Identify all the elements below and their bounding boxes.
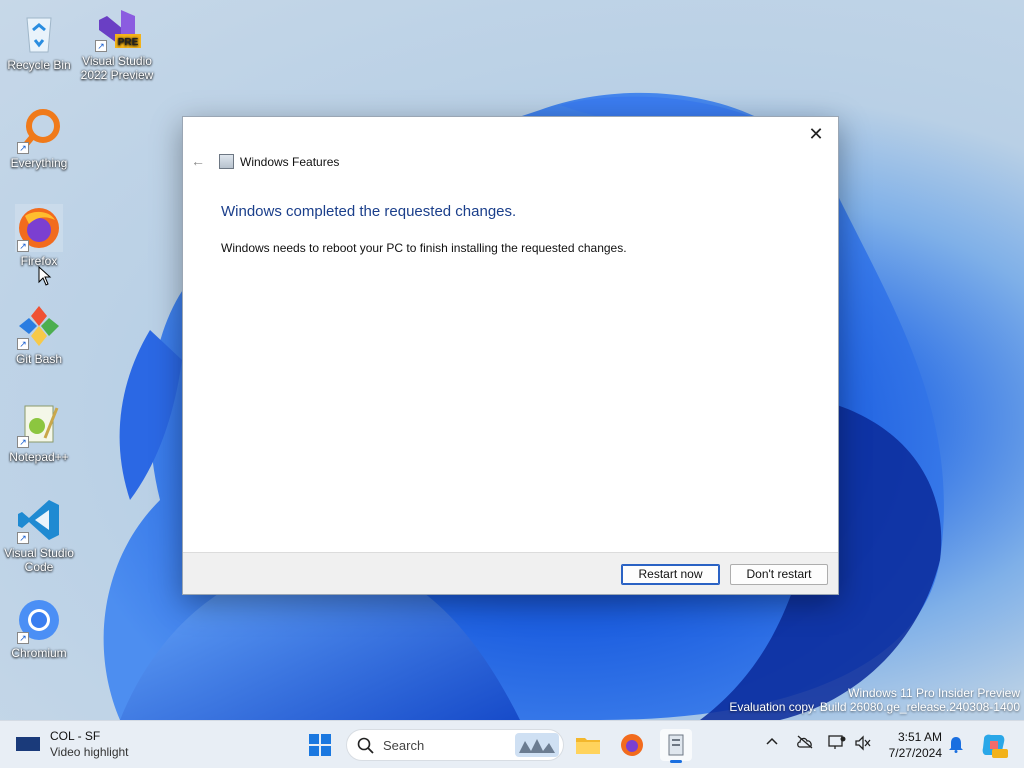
shortcut-arrow-icon: ↗ [95, 40, 107, 52]
search-highlight-image-icon [515, 733, 559, 757]
start-button[interactable] [304, 729, 336, 761]
windows-features-icon [668, 734, 684, 756]
close-icon: ✕ [808, 124, 824, 144]
desktop-icon-label: Visual Studio Code [4, 546, 74, 574]
windows-features-icon [219, 154, 234, 169]
taskbar-windows-features[interactable] [660, 729, 692, 763]
copilot-pre-icon [982, 734, 1008, 758]
shortcut-arrow-icon: ↗ [17, 142, 29, 154]
desktop-icon-label: Git Bash [15, 352, 63, 366]
dialog-message: Windows needs to reboot your PC to finis… [221, 241, 627, 255]
desktop-icon-vscode[interactable]: ↗ Visual Studio Code [0, 496, 78, 574]
search-icon [357, 737, 374, 754]
show-hidden-icons-button[interactable] [766, 735, 778, 751]
evaluation-watermark: Windows 11 Pro Insider Preview Evaluatio… [729, 686, 1020, 714]
windows-features-dialog: ✕ ← Windows Features Windows completed t… [182, 116, 839, 595]
chromium-icon: ↗ [15, 596, 63, 644]
volume-tray-button[interactable] [854, 735, 872, 754]
clock-date: 7/27/2024 [888, 746, 942, 760]
pre-badge: PRE [118, 37, 139, 48]
network-tray-button[interactable] [828, 735, 846, 754]
notifications-button[interactable] [948, 735, 964, 756]
shortcut-arrow-icon: ↗ [17, 240, 29, 252]
cloud-offline-icon [797, 735, 813, 749]
desktop-icon-label: Recycle Bin [7, 58, 71, 72]
desktop-icon-label: Notepad++ [9, 450, 69, 464]
widget-subtitle: Video highlight [50, 745, 129, 759]
desktop-icon-git-bash[interactable]: ↗ Git Bash [0, 302, 78, 366]
folder-icon [576, 738, 600, 754]
taskbar-clock[interactable]: 3:51 AM 7/27/2024 [889, 729, 942, 761]
close-button[interactable]: ✕ [802, 121, 830, 147]
dialog-footer: Restart now Don't restart [183, 552, 838, 594]
search-placeholder: Search [383, 738, 425, 753]
everything-search-icon: ↗ [15, 106, 63, 154]
firefox-icon [621, 734, 643, 756]
taskbar: COL - SF Video highlight Search 3:51 AM … [0, 720, 1024, 768]
desktop-icon-visual-studio-preview[interactable]: PRE ↗ Visual Studio 2022 Preview [78, 4, 156, 82]
taskbar-file-explorer[interactable] [572, 729, 604, 761]
desktop-icon-label: Everything [10, 156, 68, 170]
mouse-cursor-icon [38, 266, 52, 286]
chevron-up-icon [766, 737, 778, 745]
watermark-line-2: Evaluation copy. Build 26080.ge_release.… [729, 700, 1020, 714]
shortcut-arrow-icon: ↗ [17, 632, 29, 644]
desktop-icon-label: Chromium [11, 646, 67, 660]
dialog-title: Windows Features [240, 155, 340, 169]
dialog-heading: Windows completed the requested changes. [221, 203, 517, 220]
dont-restart-button[interactable]: Don't restart [730, 564, 828, 585]
desktop-icon-chromium[interactable]: ↗ Chromium [0, 596, 78, 660]
taskbar-firefox[interactable] [616, 729, 648, 761]
restart-now-button[interactable]: Restart now [621, 564, 720, 585]
onedrive-tray-button[interactable] [796, 735, 814, 752]
clock-time: 3:51 AM [897, 730, 942, 744]
watermark-line-1: Windows 11 Pro Insider Preview [848, 686, 1020, 700]
shortcut-arrow-icon: ↗ [17, 436, 29, 448]
visual-studio-preview-icon: PRE ↗ [93, 4, 141, 52]
mlb-logo-icon [16, 737, 40, 751]
vscode-icon: ↗ [15, 496, 63, 544]
firefox-icon: ↗ [15, 204, 63, 252]
copilot-button[interactable] [978, 729, 1010, 761]
back-arrow-icon: ← [191, 153, 205, 169]
desktop-icon-recycle-bin[interactable]: Recycle Bin [0, 8, 78, 72]
widget-title: COL - SF [50, 729, 101, 743]
bell-icon [949, 737, 963, 753]
desktop-icon-label: Visual Studio 2022 Preview [80, 54, 154, 82]
volume-muted-icon [855, 735, 871, 751]
windows-logo-icon [309, 734, 331, 756]
shortcut-arrow-icon: ↗ [17, 532, 29, 544]
back-button[interactable]: ← [191, 153, 205, 169]
network-icon [828, 735, 846, 749]
desktop-icon-notepad-plus-plus[interactable]: ↗ Notepad++ [0, 400, 78, 464]
active-window-indicator [670, 760, 682, 763]
notepad-plus-plus-icon: ↗ [15, 400, 63, 448]
git-bash-icon: ↗ [15, 302, 63, 350]
desktop-icon-firefox[interactable]: ↗ Firefox [0, 204, 78, 268]
taskbar-search[interactable]: Search [346, 729, 564, 761]
shortcut-arrow-icon: ↗ [17, 338, 29, 350]
desktop-icon-everything[interactable]: ↗ Everything [0, 106, 78, 170]
recycle-bin-icon [15, 8, 63, 56]
